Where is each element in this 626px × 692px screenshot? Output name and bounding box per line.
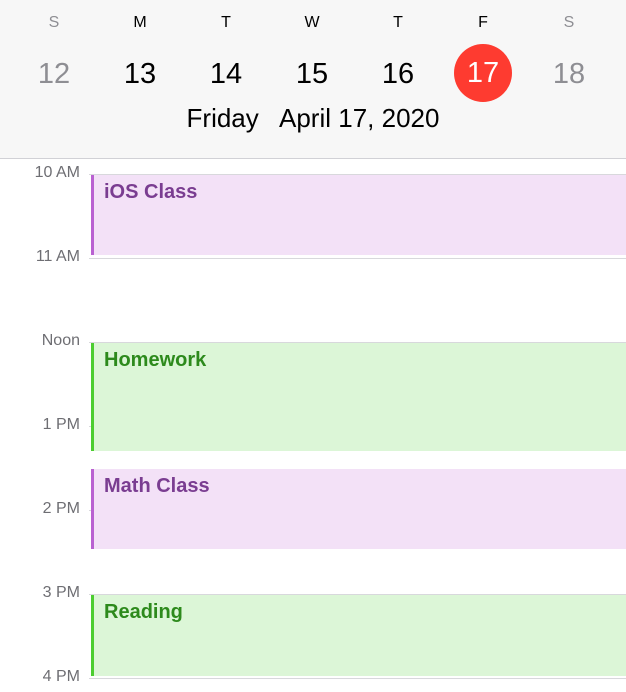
weekday-saturday: S — [563, 14, 575, 31]
hour-label-10am: 10 AM — [34, 164, 80, 181]
hour-label-4pm: 4 PM — [42, 668, 80, 685]
day-12[interactable]: 12 — [24, 46, 84, 102]
event-title: Homework — [104, 349, 207, 371]
hour-label-3pm: 3 PM — [42, 584, 80, 601]
event-reading[interactable]: Reading — [91, 595, 626, 676]
day-14[interactable]: 14 — [196, 46, 256, 102]
weekday-monday: M — [133, 14, 147, 31]
weekday-wednesday: W — [304, 14, 320, 31]
weekday-tuesday: T — [221, 14, 231, 31]
week-header: S M T W T F S 12 13 14 15 16 17 18 Frida… — [0, 0, 626, 159]
event-title: Reading — [104, 601, 183, 623]
event-homework[interactable]: Homework — [91, 343, 626, 451]
day-16[interactable]: 16 — [368, 46, 428, 102]
weekday-thursday: T — [393, 14, 403, 31]
event-title: iOS Class — [104, 181, 198, 203]
hour-label-11am: 11 AM — [35, 248, 80, 265]
day-timeline[interactable]: 10 AM 11 AM Noon 1 PM 2 PM 3 PM 4 PM iOS… — [0, 158, 626, 692]
day-17-selected[interactable]: 17 — [454, 44, 512, 102]
hour-line-4pm — [89, 678, 626, 679]
event-title: Math Class — [104, 475, 210, 497]
day-13[interactable]: 13 — [110, 46, 170, 102]
hour-label-2pm: 2 PM — [42, 500, 80, 517]
hour-label-1pm: 1 PM — [42, 416, 80, 433]
selected-date-title: Friday April 17, 2020 — [186, 103, 440, 133]
event-ios-class[interactable]: iOS Class — [91, 175, 626, 255]
hour-label-noon: Noon — [41, 332, 80, 349]
hour-line-11am — [89, 258, 626, 259]
event-math-class[interactable]: Math Class — [91, 469, 626, 549]
weekday-friday: F — [478, 14, 488, 31]
day-18[interactable]: 18 — [539, 46, 599, 102]
day-15[interactable]: 15 — [282, 46, 342, 102]
weekday-sunday: S — [48, 14, 60, 31]
